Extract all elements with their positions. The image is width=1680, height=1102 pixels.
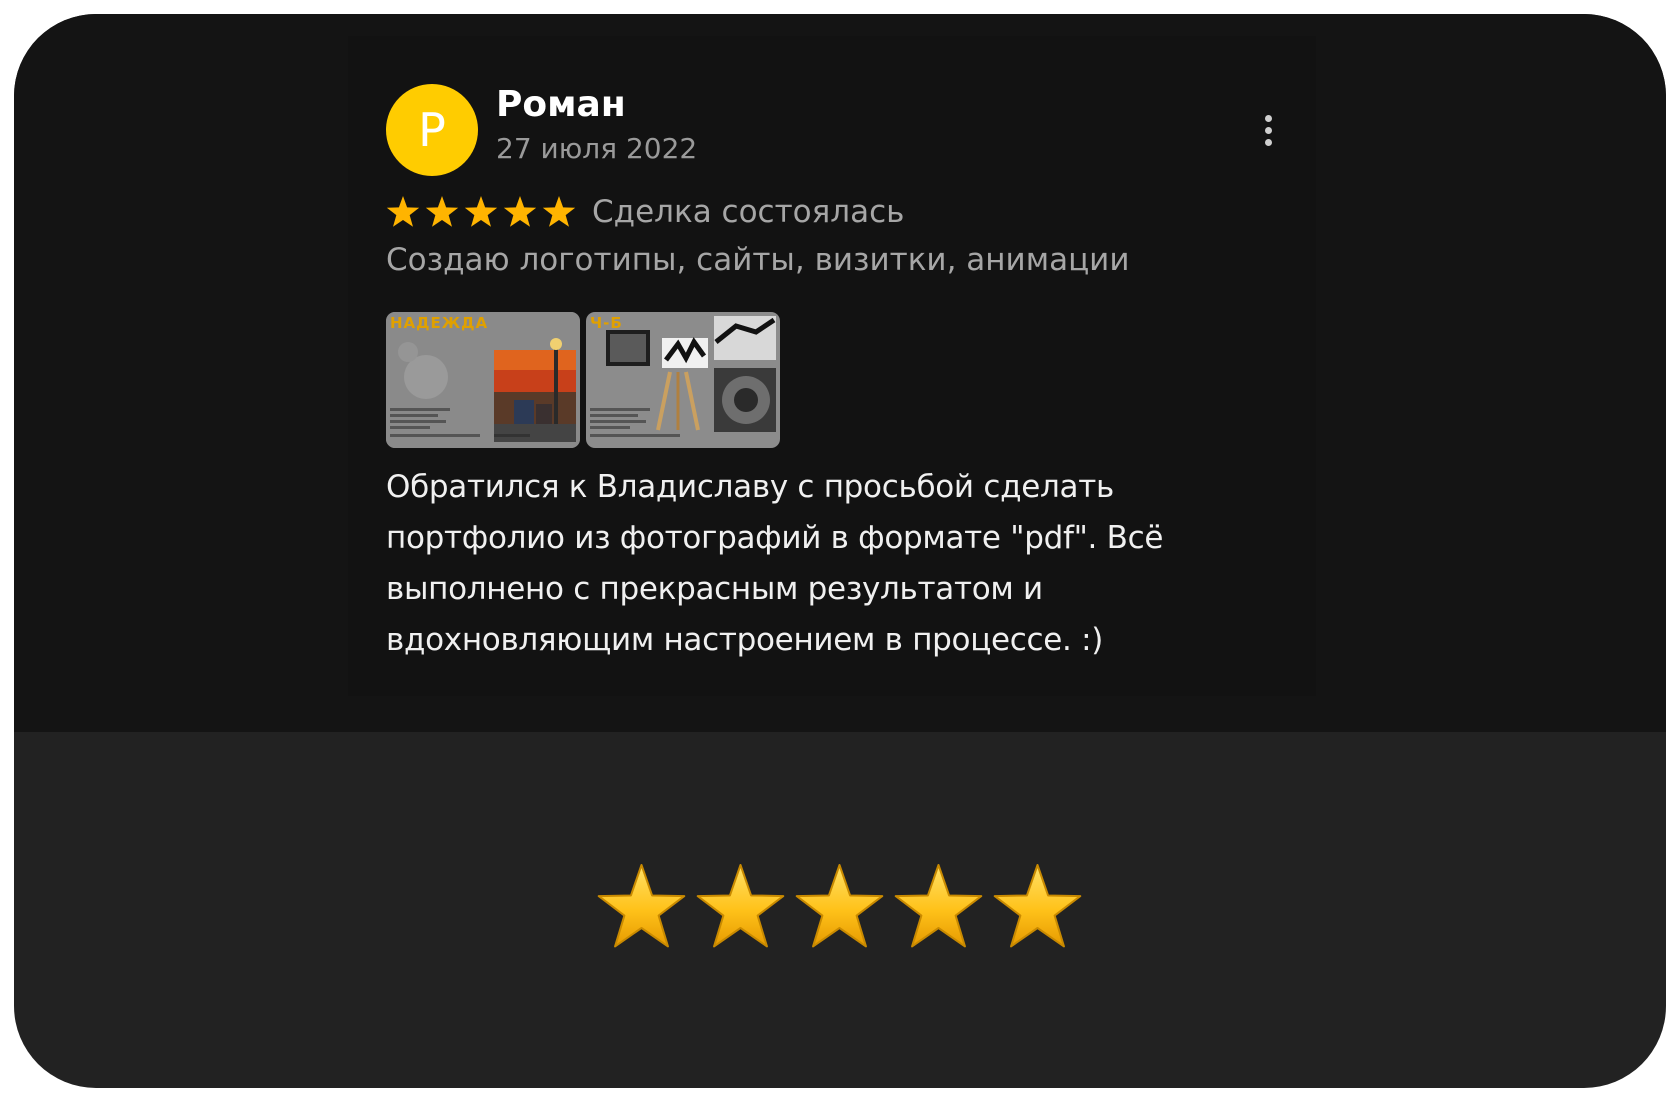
review-item: Р Роман 27 июля 2022 Сделка состоялась С… — [348, 36, 1316, 696]
star-icon — [993, 864, 1082, 948]
review-card: Р Роман 27 июля 2022 Сделка состоялась С… — [14, 14, 1666, 1088]
author-name[interactable]: Роман — [496, 84, 626, 125]
star-rating — [386, 195, 576, 229]
star-icon — [464, 196, 498, 227]
menu-dot — [1264, 126, 1272, 134]
overall-star-rating — [594, 862, 1085, 954]
deal-status: Сделка состоялась — [592, 194, 905, 230]
review-photos: НАДЕЖДА Ч-Б — [386, 312, 780, 448]
avatar[interactable]: Р — [386, 84, 478, 176]
review-text: Обратился к Владиславу с просьбой сделат… — [386, 469, 1164, 658]
photo-thumbnail[interactable]: Ч-Б — [586, 312, 780, 448]
star-icon — [795, 864, 884, 948]
rating-row: Сделка состоялась — [386, 190, 904, 234]
photo-label: Ч-Б — [590, 314, 623, 332]
portfolio-photo-bw — [586, 312, 780, 448]
menu-dot — [1264, 138, 1272, 146]
review-date: 27 июля 2022 — [496, 132, 698, 165]
more-vertical-icon[interactable] — [1248, 102, 1288, 158]
star-icon — [425, 196, 459, 227]
star-icon — [542, 196, 576, 227]
review-screenshot-area: Р Роман 27 июля 2022 Сделка состоялась С… — [14, 14, 1666, 732]
portfolio-photo-color — [386, 312, 580, 448]
menu-dot — [1264, 114, 1272, 122]
star-icon — [894, 864, 983, 948]
photo-thumbnail[interactable]: НАДЕЖДА — [386, 312, 580, 448]
star-icon — [696, 864, 785, 948]
photo-label: НАДЕЖДА — [390, 314, 489, 332]
star-icon — [386, 196, 420, 227]
star-icon — [597, 864, 686, 948]
service-title[interactable]: Создаю логотипы, сайты, визитки, анимаци… — [386, 242, 1129, 278]
star-icon — [503, 196, 537, 227]
